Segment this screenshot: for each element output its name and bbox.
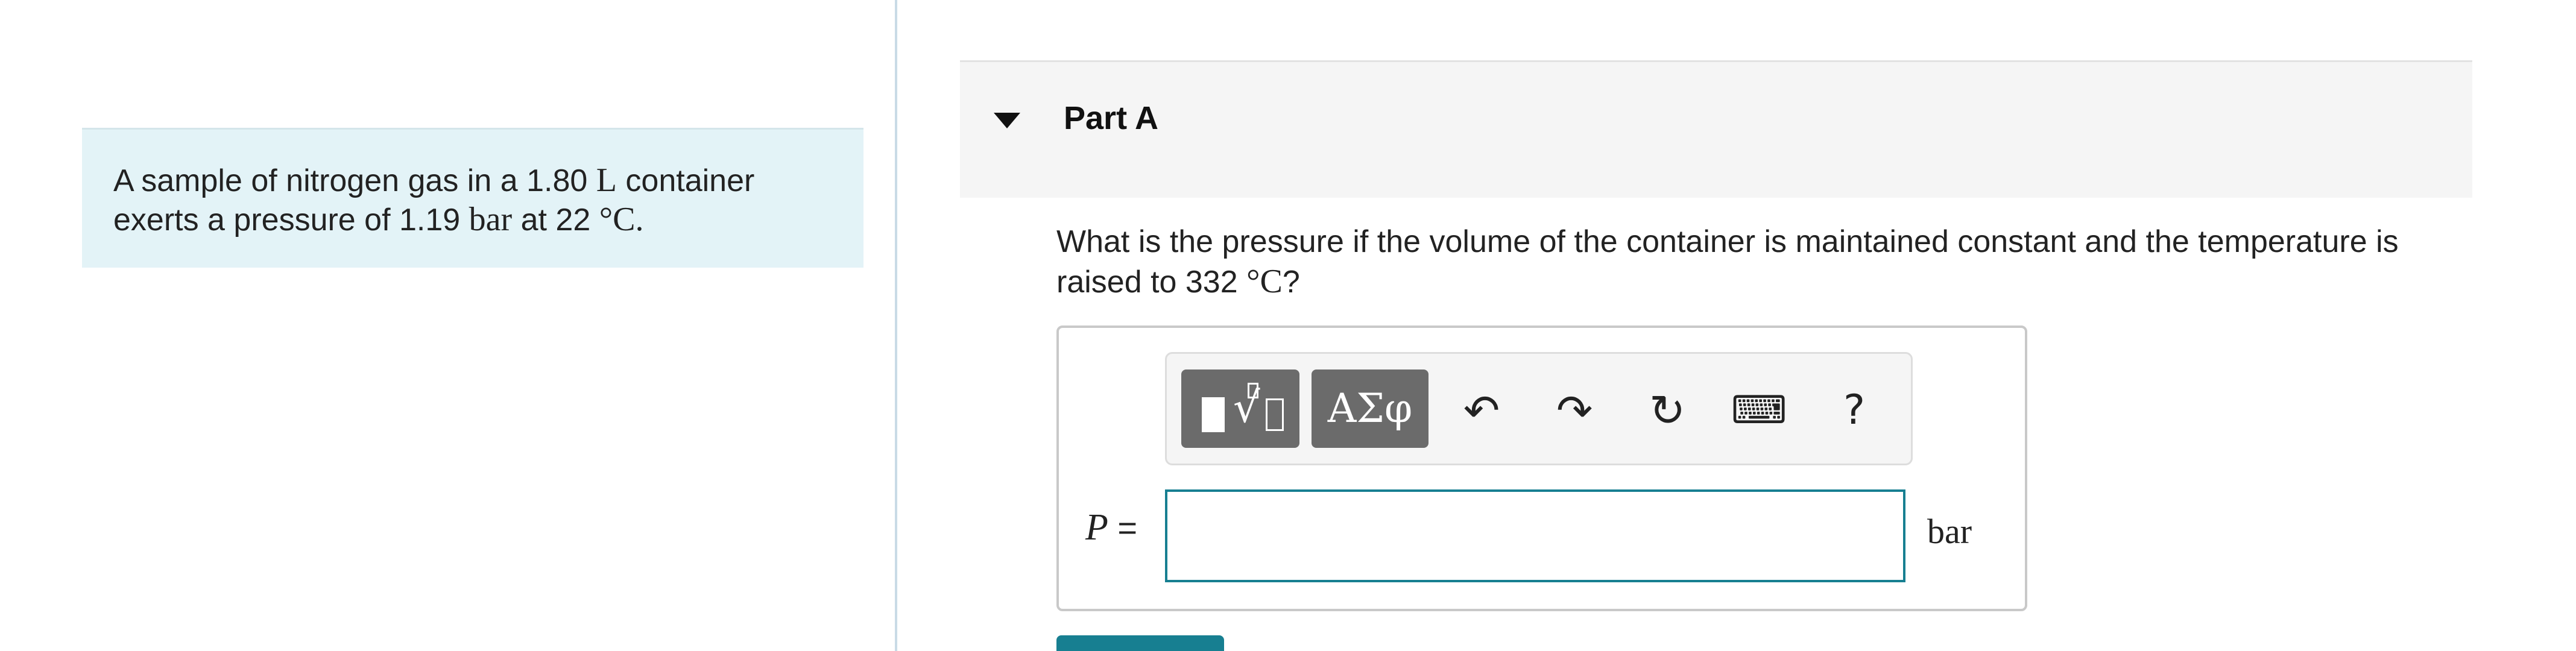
- help-icon[interactable]: ?: [1825, 382, 1883, 439]
- temperature-unit: °C: [599, 201, 636, 238]
- problem-panel: A sample of nitrogen gas in a 1.80 L con…: [0, 0, 895, 651]
- undo-icon[interactable]: ↶: [1453, 382, 1511, 439]
- templates-button[interactable]: √: [1181, 370, 1299, 448]
- variable-p: P: [1085, 507, 1108, 548]
- problem-text: exerts a pressure of 1.19: [113, 203, 469, 237]
- problem-line-1: A sample of nitrogen gas in a 1.80 L con…: [113, 161, 832, 200]
- problem-text: container: [616, 163, 755, 198]
- radical-icon: √: [1233, 383, 1260, 432]
- question-temperature-unit: °C: [1246, 263, 1283, 300]
- submit-button[interactable]: [1056, 635, 1224, 651]
- problem-text: at 22: [512, 203, 599, 237]
- part-title: Part A: [1064, 100, 1159, 136]
- equals-sign: =: [1108, 509, 1138, 547]
- pressure-answer-input[interactable]: [1165, 489, 1905, 582]
- answer-variable-label: P =: [1085, 506, 1137, 549]
- question-text: What is the pressure if the volume of th…: [1056, 222, 2461, 302]
- greek-symbols-button[interactable]: ΑΣφ: [1312, 370, 1428, 448]
- answer-box: √ ΑΣφ ↶ ↷ ↻ ⌨ ? P = bar: [1056, 326, 2027, 611]
- template-icon: [1202, 397, 1225, 432]
- part-a-header[interactable]: Part A: [960, 60, 2472, 198]
- caret-down-icon[interactable]: [994, 113, 1020, 128]
- problem-statement: A sample of nitrogen gas in a 1.80 L con…: [82, 128, 863, 268]
- pressure-unit: bar: [469, 201, 513, 238]
- question-mark: ?: [1282, 265, 1300, 300]
- problem-text: .: [635, 201, 644, 238]
- redo-icon[interactable]: ↷: [1545, 382, 1603, 439]
- radicand-box-icon: [1266, 398, 1284, 431]
- keyboard-icon[interactable]: ⌨: [1730, 382, 1788, 439]
- answer-unit: bar: [1927, 512, 1972, 551]
- problem-line-2: exerts a pressure of 1.19 bar at 22 °C.: [113, 200, 832, 239]
- reset-icon[interactable]: ↻: [1638, 382, 1696, 439]
- math-toolbar: √ ΑΣφ ↶ ↷ ↻ ⌨ ?: [1165, 352, 1913, 465]
- problem-text: A sample of nitrogen gas in a 1.80: [113, 163, 596, 198]
- page: A sample of nitrogen gas in a 1.80 L con…: [0, 0, 2576, 651]
- volume-unit: L: [596, 162, 617, 199]
- question-panel: Part A What is the pressure if the volum…: [897, 0, 2576, 651]
